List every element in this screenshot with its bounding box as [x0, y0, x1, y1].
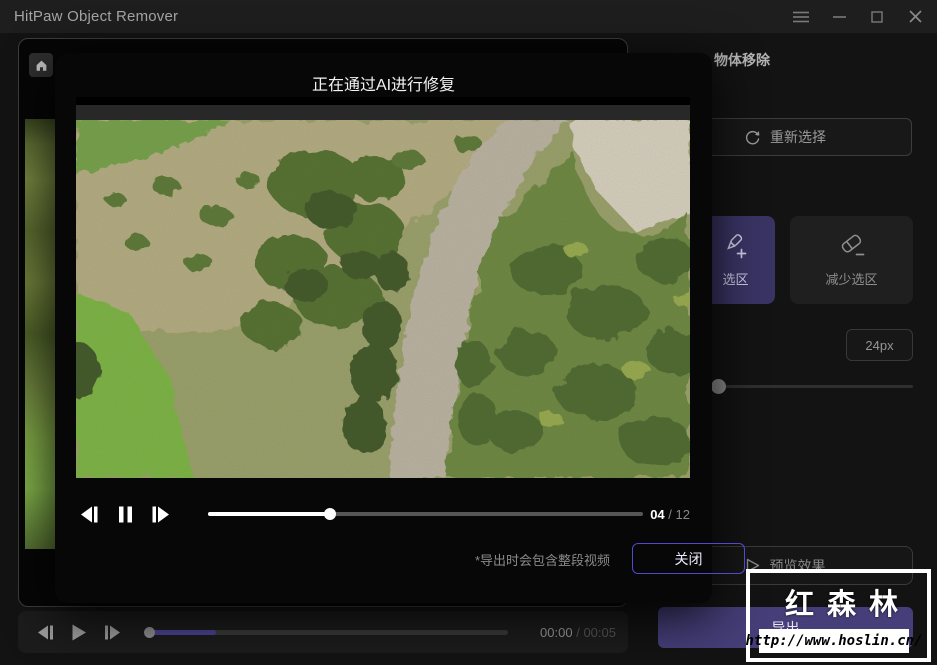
close-dialog-button[interactable]: 关闭 [632, 543, 745, 574]
maximize-icon[interactable] [865, 5, 889, 29]
previous-frame-icon[interactable] [32, 619, 58, 645]
reselect-label: 重新选择 [770, 129, 826, 145]
aerial-road-video-frame [76, 120, 690, 478]
home-icon [36, 60, 46, 71]
video-frame-edge [25, 119, 58, 549]
next-frame-icon[interactable] [148, 501, 174, 527]
close-icon[interactable] [903, 5, 927, 29]
refresh-icon [745, 130, 760, 144]
video-preview [76, 97, 690, 478]
player-time: 00:00 / 00:05 [540, 624, 616, 640]
repair-progress-handle[interactable] [323, 508, 336, 520]
menu-icon[interactable] [789, 5, 813, 29]
modal-player-controls: 04 / 12 [76, 500, 690, 528]
pause-icon[interactable] [112, 501, 138, 527]
player-bar: 00:00 / 00:05 [18, 611, 628, 653]
brush-plus-icon [727, 233, 747, 258]
export-note: *导出时会包含整段视频 [474, 553, 610, 568]
frame-current: 04 [650, 506, 665, 522]
sidebar-title: 物体移除 [714, 52, 770, 68]
brush-size-slider-handle[interactable] [711, 379, 726, 394]
home-button[interactable] [29, 53, 53, 77]
close-label: 关闭 [674, 550, 703, 567]
reduce-selection-label: 减少选区 [825, 271, 878, 287]
player-progress-fill [148, 629, 217, 635]
brush-size-input[interactable]: 24px [846, 329, 913, 361]
player-progress-bar[interactable] [144, 626, 508, 638]
watermark-brand: 红森林 [784, 589, 911, 621]
video-letterbox [76, 105, 690, 120]
add-selection-label: 选区 [722, 271, 749, 287]
dialog-title: 正在通过AI进行修复 [311, 77, 456, 94]
player-progress-handle[interactable] [144, 626, 155, 638]
frame-counter: 04 / 12 [650, 506, 690, 522]
brush-size-value: 24px [865, 337, 894, 353]
window-controls [789, 5, 937, 29]
next-frame-icon[interactable] [100, 619, 126, 645]
play-icon[interactable] [66, 619, 92, 645]
time-total: 00:05 [583, 624, 616, 640]
ai-repair-dialog: 正在通过AI进行修复 04 / 12 *导出时会包含整段视频 关闭 [55, 53, 745, 603]
frame-total: 12 [675, 506, 690, 522]
time-current: 00:00 [540, 624, 573, 640]
reduce-selection-button[interactable]: 减少选区 [790, 216, 913, 304]
eraser-minus-icon [841, 234, 864, 255]
repair-progress-fill [208, 508, 336, 520]
brush-size-slider[interactable] [700, 385, 913, 388]
window-title: HitPaw Object Remover [14, 8, 179, 25]
previous-frame-icon[interactable] [76, 501, 102, 527]
watermark-box: 红森林 http://www.hoslin.cn/ [746, 569, 931, 662]
watermark-url: http://www.hoslin.cn/ [746, 629, 923, 653]
app-window: HitPaw Object Remover 00:00 / 00:05 物体移除… [0, 0, 937, 665]
minimize-icon[interactable] [827, 5, 851, 29]
repair-progress-bar[interactable] [208, 508, 643, 520]
titlebar: HitPaw Object Remover [0, 0, 937, 33]
